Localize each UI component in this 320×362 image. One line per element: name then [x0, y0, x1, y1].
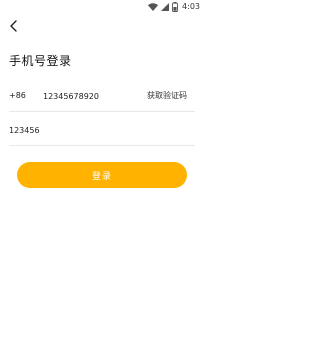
- phone-row: +86 获取验证码: [9, 84, 195, 112]
- status-icons: 4:03: [148, 1, 200, 13]
- page-title: 手机号登录: [9, 54, 72, 68]
- login-screen: 4:03 手机号登录 +86 获取验证码 登录: [0, 0, 204, 362]
- battery-icon: [172, 2, 178, 12]
- back-button[interactable]: [6, 18, 22, 34]
- signal-icon: [161, 3, 170, 11]
- verification-code-input[interactable]: [9, 123, 129, 137]
- status-bar: 4:03: [0, 0, 204, 14]
- code-row: [9, 116, 195, 146]
- country-code[interactable]: +86: [9, 91, 26, 101]
- clock: 4:03: [182, 2, 200, 11]
- get-code-button[interactable]: 获取验证码: [147, 90, 187, 102]
- wifi-icon: [148, 3, 159, 11]
- phone-input[interactable]: [43, 88, 133, 104]
- login-button[interactable]: 登录: [17, 162, 187, 188]
- chevron-left-icon: [10, 20, 17, 32]
